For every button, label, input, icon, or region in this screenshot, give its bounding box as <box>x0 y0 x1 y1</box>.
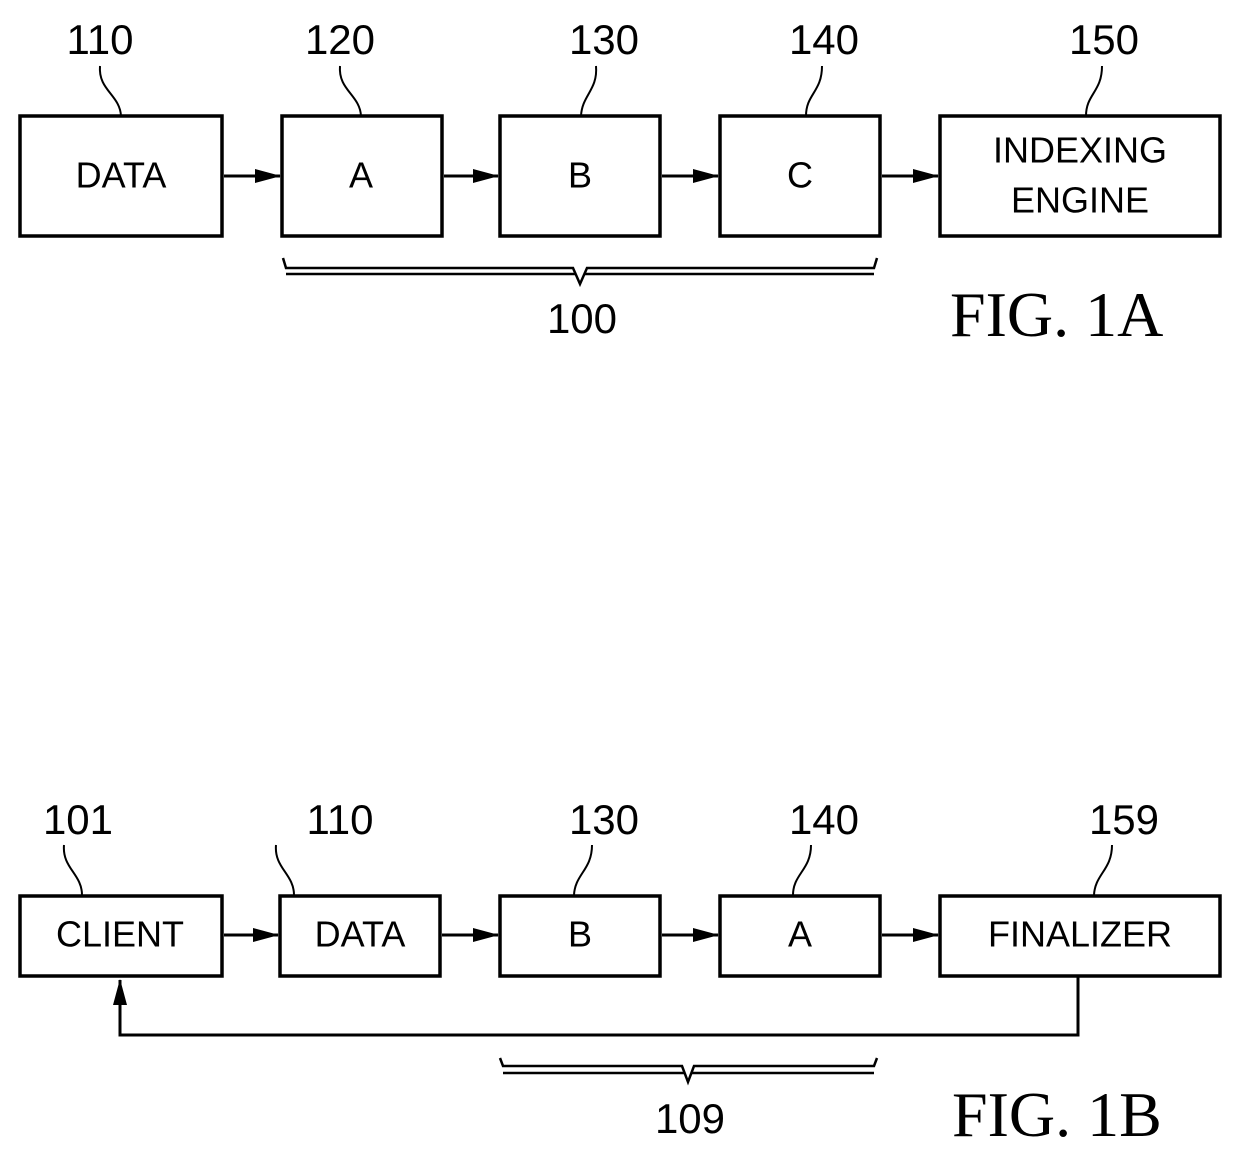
group-ref-label-100: 100 <box>547 295 617 342</box>
block-c-140: 140 C <box>718 16 882 238</box>
ref-label-150: 150 <box>1069 16 1139 63</box>
brace-line <box>281 257 879 288</box>
brace-line <box>498 1057 879 1086</box>
leader-line <box>62 844 83 896</box>
block-data-110: 110 DATA <box>18 16 224 238</box>
block-label: CLIENT <box>56 914 184 955</box>
block-label-line-1: INDEXING <box>993 130 1167 171</box>
figure-1a: 110 DATA 120 A 130 B 140 C 150 INDEXING … <box>18 16 1222 350</box>
leader-line <box>580 65 598 117</box>
block-indexing-engine-150: 150 INDEXING ENGINE <box>938 16 1222 238</box>
ref-label-130: 130 <box>569 16 639 63</box>
leader-line <box>1085 65 1103 117</box>
leader-line <box>274 844 295 896</box>
block-label: DATA <box>76 155 167 196</box>
group-ref-label-109: 109 <box>655 1095 725 1142</box>
block-label: A <box>788 914 812 955</box>
block-label: C <box>787 155 813 196</box>
block-label: FINALIZER <box>988 914 1172 955</box>
block-label-line-2: ENGINE <box>1011 180 1149 221</box>
block-client-101: 101 CLIENT <box>18 796 224 978</box>
ref-label-120: 120 <box>305 16 375 63</box>
ref-label-101: 101 <box>43 796 113 843</box>
block-a-140: 140 A <box>718 796 882 978</box>
group-brace-100: 100 <box>281 257 879 342</box>
ref-label-130: 130 <box>569 796 639 843</box>
block-finalizer-159: 159 FINALIZER <box>938 796 1222 978</box>
leader-line <box>98 65 122 117</box>
leader-line <box>805 65 823 117</box>
ref-label-159: 159 <box>1089 796 1159 843</box>
leader-line <box>573 844 593 896</box>
block-label: B <box>568 155 592 196</box>
block-data-110: 110 DATA <box>274 796 442 978</box>
block-label: DATA <box>315 914 406 955</box>
block-label: B <box>568 914 592 955</box>
figure-caption-1b: FIG. 1B <box>952 1079 1162 1150</box>
figure-1b: 101 CLIENT 110 DATA 130 B 140 A 159 FINA… <box>18 796 1222 1150</box>
group-brace-109: 109 <box>498 1057 879 1142</box>
figure-caption-1a: FIG. 1A <box>950 279 1163 350</box>
block-b-130: 130 B <box>498 796 662 978</box>
block-a-120: 120 A <box>280 16 444 238</box>
ref-label-110: 110 <box>67 16 134 63</box>
ref-label-110: 110 <box>307 796 374 843</box>
feedback-arrow-159-to-101 <box>113 977 1080 1037</box>
leader-line <box>338 65 362 117</box>
ref-label-140: 140 <box>789 16 859 63</box>
leader-line <box>1093 844 1113 896</box>
block-label: A <box>349 155 373 196</box>
patent-diagram: 110 DATA 120 A 130 B 140 C 150 INDEXING … <box>18 16 1222 1150</box>
ref-label-140: 140 <box>789 796 859 843</box>
leader-line <box>792 844 812 896</box>
block-b-130: 130 B <box>498 16 662 238</box>
